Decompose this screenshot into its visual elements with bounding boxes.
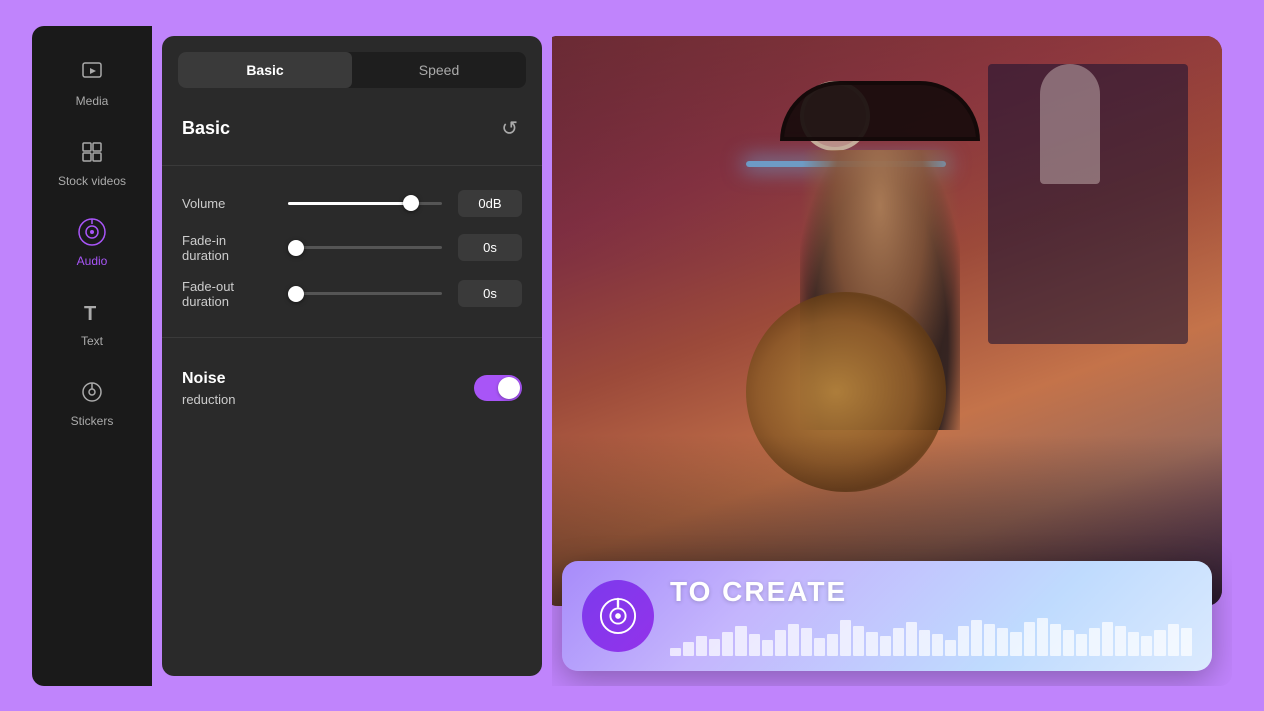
toggle-thumb — [498, 377, 520, 399]
wave-bar — [893, 628, 904, 656]
audio-banner-title: TO CREATE — [670, 576, 1192, 608]
wave-bar — [709, 639, 720, 656]
text-icon: T — [76, 296, 108, 328]
wave-bar — [945, 640, 956, 656]
noise-label-group: Noise reduction — [182, 370, 235, 407]
noise-row: Noise reduction — [182, 370, 522, 407]
wave-bar — [1024, 622, 1035, 656]
wave-bar — [971, 620, 982, 656]
fade-in-label: Fade-in duration — [182, 233, 272, 263]
fade-out-slider[interactable] — [288, 292, 442, 295]
fade-out-control-row: Fade-out duration 0s — [162, 271, 542, 317]
wave-bar — [670, 648, 681, 656]
wave-bar — [997, 628, 1008, 656]
wave-bar — [958, 626, 969, 656]
wave-bar — [984, 624, 995, 656]
wave-bar — [775, 630, 786, 656]
audio-logo-icon — [599, 597, 637, 635]
tab-speed[interactable]: Speed — [352, 52, 526, 88]
wave-bar — [722, 632, 733, 656]
fade-out-label: Fade-out duration — [182, 279, 272, 309]
microphone — [1040, 64, 1100, 184]
media-icon — [76, 56, 108, 88]
volume-slider[interactable] — [288, 202, 442, 205]
wave-bar — [814, 638, 825, 656]
fade-in-slider[interactable] — [288, 246, 442, 249]
wave-bar — [1089, 628, 1100, 656]
volume-label: Volume — [182, 196, 272, 211]
wave-bar — [762, 640, 773, 656]
main-content: TO CREATE — [552, 26, 1232, 686]
sidebar-item-text[interactable]: T Text — [32, 286, 152, 358]
sidebar-item-stickers-label: Stickers — [71, 414, 114, 428]
audio-banner: TO CREATE — [562, 561, 1212, 671]
sidebar-item-audio-label: Audio — [77, 254, 108, 268]
sidebar-item-media-label: Media — [76, 94, 109, 108]
video-preview — [552, 36, 1222, 606]
panel-tabs: Basic Speed — [178, 52, 526, 88]
wave-bar — [853, 626, 864, 656]
wave-bar — [1050, 624, 1061, 656]
svg-text:T: T — [84, 303, 96, 324]
wave-bar — [932, 634, 943, 656]
wave-bar — [1181, 628, 1192, 656]
sidebar-item-stock-videos-label: Stock videos — [58, 174, 126, 188]
divider-2 — [162, 337, 542, 338]
wave-bar — [906, 622, 917, 656]
wave-bar — [801, 628, 812, 656]
wave-bar — [1037, 618, 1048, 656]
wave-bar — [696, 636, 707, 656]
wave-bar — [1154, 630, 1165, 656]
divider — [162, 165, 542, 166]
sidebar-item-audio[interactable]: Audio — [32, 206, 152, 278]
waveform — [670, 616, 1192, 656]
wave-bar — [1076, 634, 1087, 656]
wave-bar — [1102, 622, 1113, 656]
volume-control-row: Volume 0dB — [162, 182, 542, 225]
audio-icon-circle — [582, 580, 654, 652]
noise-title: Noise — [182, 370, 235, 388]
wave-bar — [683, 642, 694, 656]
section-title: Basic — [182, 118, 230, 139]
noise-section: Noise reduction — [162, 354, 542, 423]
wave-bar — [1010, 632, 1021, 656]
wave-bar — [880, 636, 891, 656]
wave-bar — [1141, 636, 1152, 656]
volume-value[interactable]: 0dB — [458, 190, 522, 217]
wave-bar — [840, 620, 851, 656]
stickers-icon — [76, 376, 108, 408]
wave-bar — [919, 630, 930, 656]
wave-bar — [866, 632, 877, 656]
tab-basic[interactable]: Basic — [178, 52, 352, 88]
sidebar-item-text-label: Text — [81, 334, 103, 348]
wave-bar — [1168, 624, 1179, 656]
noise-subtitle: reduction — [182, 392, 235, 407]
fade-out-value[interactable]: 0s — [458, 280, 522, 307]
hat — [780, 81, 980, 141]
wave-bar — [788, 624, 799, 656]
noise-reduction-toggle[interactable] — [474, 375, 522, 401]
fade-in-control-row: Fade-in duration 0s — [162, 225, 542, 271]
audio-icon — [76, 216, 108, 248]
wave-bar — [827, 634, 838, 656]
reset-button[interactable]: ↺ — [497, 112, 522, 145]
stock-videos-icon — [76, 136, 108, 168]
wave-bar — [749, 634, 760, 656]
sidebar-item-stickers[interactable]: Stickers — [32, 366, 152, 438]
wave-bar — [1115, 626, 1126, 656]
fade-in-value[interactable]: 0s — [458, 234, 522, 261]
sidebar: Media Stock videos — [32, 26, 152, 686]
audio-panel: Basic Speed Basic ↺ Volume 0dB Fade-in d… — [162, 36, 542, 676]
sidebar-item-media[interactable]: Media — [32, 46, 152, 118]
audio-banner-content: TO CREATE — [670, 576, 1192, 656]
wave-bar — [735, 626, 746, 656]
section-header: Basic ↺ — [162, 104, 542, 161]
wave-bar — [1128, 632, 1139, 656]
video-background — [552, 36, 1222, 606]
wave-bar — [1063, 630, 1074, 656]
sidebar-item-stock-videos[interactable]: Stock videos — [32, 126, 152, 198]
